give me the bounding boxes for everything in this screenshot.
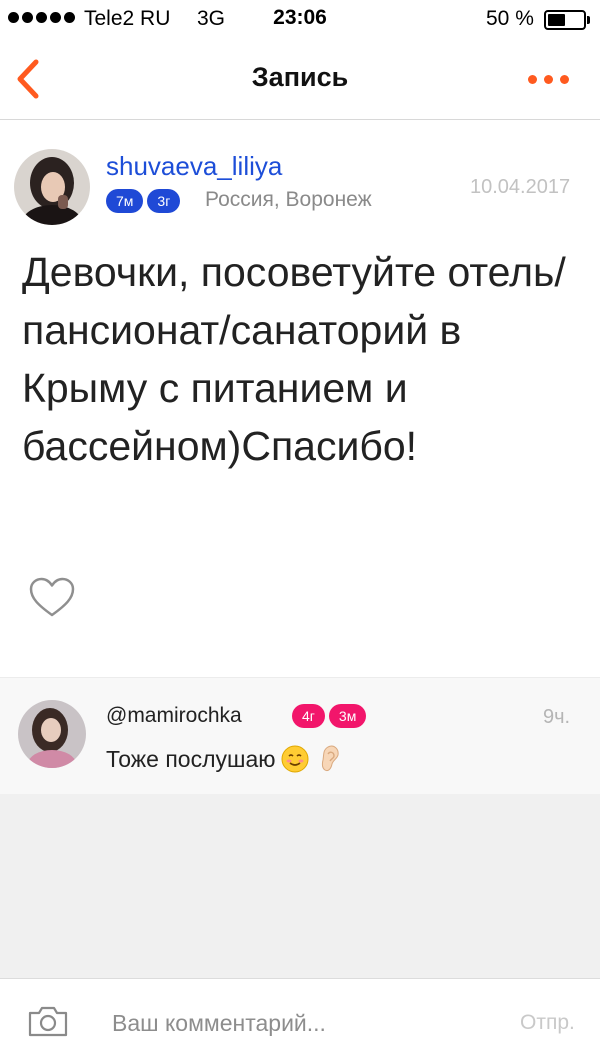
battery-tip bbox=[587, 16, 590, 24]
comment-item: @mamirochka 4г 3м 9ч. Тоже послушаю bbox=[0, 677, 600, 794]
post-body: Девочки, посоветуйте отель/пансионат/сан… bbox=[22, 249, 566, 469]
child-age-badge: 3м bbox=[328, 704, 367, 728]
more-dots-icon bbox=[560, 74, 569, 84]
author-location: Россия, Воронеж bbox=[205, 188, 372, 211]
comment-composer: Отпр. bbox=[0, 978, 600, 1063]
commenter-badges: 4г 3м bbox=[292, 704, 367, 728]
commenter-username[interactable]: @mamirochka bbox=[106, 704, 242, 728]
author-avatar[interactable] bbox=[14, 149, 90, 225]
avatar-photo bbox=[14, 149, 90, 225]
status-bar: Tele2 RU 3G 23:06 50 % bbox=[0, 0, 600, 40]
more-dots-icon bbox=[544, 74, 553, 84]
battery-icon bbox=[544, 10, 586, 30]
send-button[interactable]: Отпр. bbox=[520, 1011, 575, 1035]
camera-icon bbox=[28, 1006, 68, 1037]
like-button[interactable] bbox=[28, 576, 76, 618]
comment-time: 9ч. bbox=[543, 706, 571, 728]
comment-body: Тоже послушаю bbox=[106, 744, 344, 774]
post-date: 10.04.2017 bbox=[470, 176, 571, 198]
author-badges: 7м 3г bbox=[106, 189, 181, 213]
commenter-avatar[interactable] bbox=[18, 700, 86, 768]
more-dots-icon bbox=[528, 74, 537, 84]
comment-input[interactable] bbox=[112, 1007, 502, 1039]
child-age-badge: 7м bbox=[106, 189, 144, 213]
attach-photo-button[interactable] bbox=[26, 1003, 70, 1039]
heart-outline-icon bbox=[29, 577, 75, 617]
nav-bar: Запись bbox=[0, 40, 600, 120]
author-username[interactable]: shuvaeva_liliya bbox=[106, 151, 282, 182]
ear-icon bbox=[321, 745, 339, 772]
comment-text: Тоже послушаю bbox=[106, 745, 276, 772]
battery-percent: 50 % bbox=[486, 7, 534, 30]
post-card: shuvaeva_liliya 7м 3г Россия, Воронеж 10… bbox=[0, 121, 600, 677]
avatar-photo bbox=[18, 700, 86, 768]
comments-empty-area bbox=[0, 794, 600, 978]
smiling-face-icon bbox=[281, 745, 309, 773]
page-title: Запись bbox=[251, 62, 349, 92]
child-age-badge: 4г bbox=[292, 704, 325, 728]
more-options-button[interactable] bbox=[528, 70, 576, 88]
child-age-badge: 3г bbox=[147, 189, 181, 213]
